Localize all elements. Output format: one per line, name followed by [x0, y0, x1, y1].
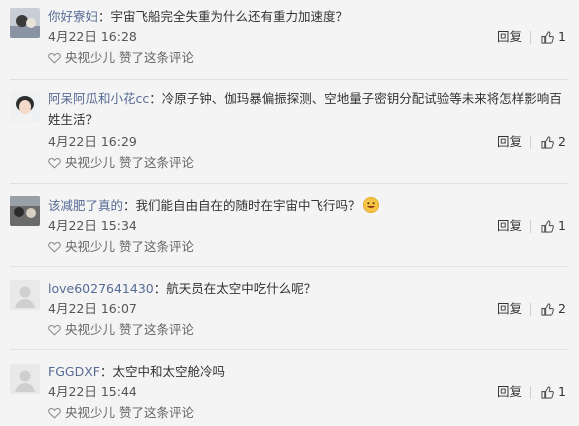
name-separator: ：	[149, 91, 162, 106]
default-avatar-icon	[10, 364, 40, 394]
author-liked-text: 央视少儿 赞了这条评论	[65, 405, 194, 420]
like-count: 2	[558, 301, 566, 316]
avatar[interactable]	[10, 92, 40, 122]
comment-username[interactable]: 你好寮妇	[48, 9, 98, 24]
action-divider	[530, 31, 531, 44]
heart-icon	[48, 242, 61, 253]
comment-line: love6027641430：航天员在太空中吃什么呢？	[48, 278, 563, 299]
comment-line: 阿呆阿瓜和小花cc：冷原子钟、伽玛暴偏振探测、空地量子密钥分配试验等未来将怎样影…	[48, 88, 563, 130]
like-count: 1	[558, 218, 566, 233]
action-divider	[530, 303, 531, 316]
avatar[interactable]	[10, 8, 40, 38]
like-button[interactable]: 2	[541, 301, 566, 317]
comment-divider	[10, 183, 569, 184]
comment-username[interactable]: FGGDXF	[48, 364, 100, 379]
author-liked-text: 央视少儿 赞了这条评论	[65, 155, 194, 170]
author-liked-text: 央视少儿 赞了这条评论	[65, 239, 194, 254]
comment-line: 该减肥了真的：我们能自由自在的随时在宇宙中飞行吗？	[48, 195, 563, 216]
comment-username[interactable]: 阿呆阿瓜和小花cc	[48, 91, 149, 106]
like-button[interactable]: 2	[541, 134, 566, 150]
default-avatar-icon	[10, 280, 40, 310]
action-divider	[530, 386, 531, 399]
author-liked-note: 央视少儿 赞了这条评论	[48, 50, 194, 66]
comment-time: 4月22日 15:44	[48, 384, 137, 399]
comment-divider	[10, 266, 569, 267]
comment-time: 4月22日 16:07	[48, 301, 137, 316]
comment-divider	[10, 349, 569, 350]
heart-icon	[48, 158, 61, 169]
comment-divider	[10, 79, 569, 80]
thumb-up-icon	[541, 30, 554, 44]
comment-time: 4月22日 16:28	[48, 29, 137, 44]
author-liked-note: 央视少儿 赞了这条评论	[48, 322, 194, 338]
comment-text: 太空中和太空舱冷吗	[112, 364, 225, 379]
reply-button[interactable]: 回复	[497, 384, 522, 400]
action-divider	[530, 220, 531, 233]
avatar[interactable]	[10, 196, 40, 226]
heart-icon	[48, 53, 61, 64]
name-separator: ：	[123, 198, 136, 213]
comment-text: 航天员在太空中吃什么呢？	[166, 281, 317, 296]
heart-icon	[48, 325, 61, 336]
avatar-image	[10, 92, 40, 122]
like-button[interactable]: 1	[541, 29, 566, 45]
author-liked-text: 央视少儿 赞了这条评论	[65, 50, 194, 65]
thumb-up-icon	[541, 385, 554, 399]
avatar-image	[10, 8, 40, 38]
author-liked-note: 央视少儿 赞了这条评论	[48, 405, 194, 421]
like-button[interactable]: 1	[541, 218, 566, 234]
grin-emoji-icon	[362, 197, 379, 213]
comment-text: 宇宙飞船完全失重为什么还有重力加速度？	[110, 9, 349, 24]
action-divider	[530, 136, 531, 149]
comment-time: 4月22日 15:34	[48, 218, 137, 233]
avatar-image	[10, 196, 40, 226]
like-count: 1	[558, 384, 566, 399]
comment-username[interactable]: love6027641430	[48, 281, 154, 296]
name-separator: ：	[99, 364, 113, 379]
like-count: 2	[558, 134, 566, 149]
author-liked-note: 央视少儿 赞了这条评论	[48, 239, 194, 255]
name-separator: ：	[98, 9, 111, 24]
reply-button[interactable]: 回复	[497, 301, 522, 317]
name-separator: ：	[153, 281, 167, 296]
thumb-up-icon	[541, 302, 554, 316]
comment-line: 你好寮妇：宇宙飞船完全失重为什么还有重力加速度？	[48, 6, 563, 27]
like-count: 1	[558, 29, 566, 44]
reply-button[interactable]: 回复	[497, 134, 522, 150]
avatar[interactable]	[10, 280, 40, 310]
comment-username[interactable]: 该减肥了真的	[48, 198, 123, 213]
reply-button[interactable]: 回复	[497, 29, 522, 45]
comment-line: FGGDXF：太空中和太空舱冷吗	[48, 361, 563, 382]
thumb-up-icon	[541, 219, 554, 233]
author-liked-note: 央视少儿 赞了这条评论	[48, 155, 194, 171]
avatar[interactable]	[10, 364, 40, 394]
author-liked-text: 央视少儿 赞了这条评论	[65, 322, 194, 337]
heart-icon	[48, 408, 61, 419]
like-button[interactable]: 1	[541, 384, 566, 400]
reply-button[interactable]: 回复	[497, 218, 522, 234]
thumb-up-icon	[541, 135, 554, 149]
comment-time: 4月22日 16:29	[48, 134, 137, 149]
comment-text: 我们能自由自在的随时在宇宙中飞行吗？	[135, 198, 361, 213]
